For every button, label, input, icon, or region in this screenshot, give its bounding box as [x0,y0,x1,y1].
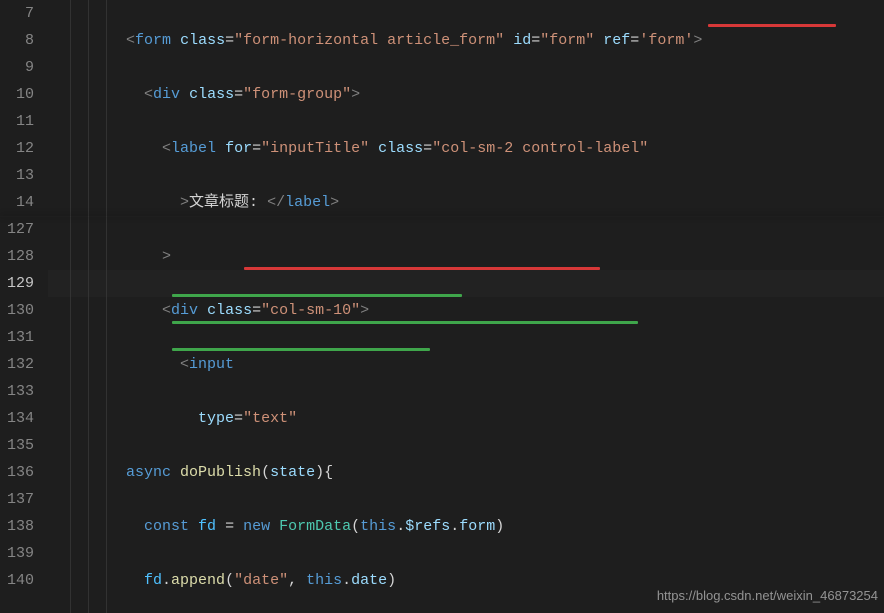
annotation-underline-green [172,348,430,351]
line-number: 134 [0,405,34,432]
line-number: 8 [0,27,34,54]
line-number: 139 [0,540,34,567]
annotation-underline-red [244,267,600,270]
code-editor[interactable]: 7 8 9 10 11 12 13 14 127 128 129 130 131… [0,0,884,613]
line-number: 10 [0,81,34,108]
code-line: <form class="form-horizontal article_for… [72,27,884,54]
line-number: 135 [0,432,34,459]
line-number: 12 [0,135,34,162]
annotation-underline-red [708,24,836,27]
code-line: <div class="form-group"> [72,81,884,108]
line-number: 13 [0,162,34,189]
line-number: 11 [0,108,34,135]
code-line: <div class="col-sm-10"> [72,297,884,324]
line-number-current: 129 [0,270,34,297]
section-divider [0,216,884,217]
line-number: 130 [0,297,34,324]
line-number: 136 [0,459,34,486]
line-number: 9 [0,54,34,81]
code-line: >文章标题: </label> [72,189,884,216]
line-number: 131 [0,324,34,351]
code-line: <input [72,351,884,378]
code-area[interactable]: <form class="form-horizontal article_for… [72,0,884,613]
line-number: 7 [0,0,34,27]
annotation-underline-green [172,321,638,324]
code-line: > [72,243,884,270]
line-number-gutter: 7 8 9 10 11 12 13 14 127 128 129 130 131… [0,0,48,613]
annotation-underline-green [172,294,462,297]
code-line: type="text" [72,405,884,432]
line-number: 137 [0,486,34,513]
line-number: 132 [0,351,34,378]
code-line: <label for="inputTitle" class="col-sm-2 … [72,135,884,162]
watermark: https://blog.csdn.net/weixin_46873254 [657,582,878,609]
line-number: 138 [0,513,34,540]
line-number: 140 [0,567,34,594]
code-line: const fd = new FormData(this.$refs.form) [72,513,884,540]
line-number: 14 [0,189,34,216]
line-number: 128 [0,243,34,270]
line-number: 133 [0,378,34,405]
line-number: 127 [0,216,34,243]
code-line: async doPublish(state){ [72,459,884,486]
